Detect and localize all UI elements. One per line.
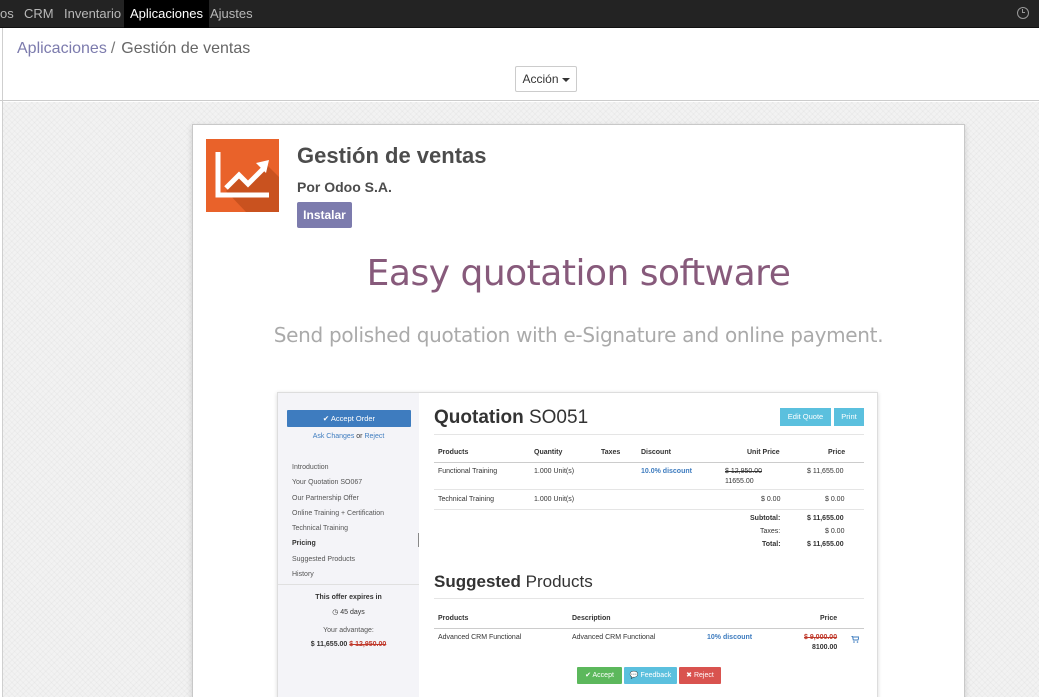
breadcrumb: Aplicaciones / Gestión de ventas	[17, 40, 250, 58]
mock-divider	[434, 598, 864, 599]
mock-th-discount: Discount	[641, 449, 671, 456]
mock-advantage-old-price: $ 12,950.00	[349, 641, 387, 648]
mock-accept-order-button: ✔ Accept Order	[287, 410, 411, 427]
breadcrumb-current: Gestión de ventas	[121, 40, 251, 57]
mock-menu-item: Introduction	[292, 464, 329, 471]
top-navbar: os CRM Inventario Aplicaciones Ajustes	[0, 0, 1039, 28]
mock-quotation-word: Quotation	[434, 407, 524, 428]
mock-reject-link: Reject	[364, 433, 385, 440]
mock-sidebar-divider	[278, 584, 419, 585]
mock-sugg-description: Advanced CRM Functional	[572, 634, 656, 641]
breadcrumb-link-aplicaciones[interactable]: Aplicaciones	[17, 40, 107, 57]
mock-subtotal-value: $ 11,655.00	[807, 515, 844, 522]
mock-sugg-header-line	[434, 628, 864, 629]
nav-item-aplicaciones[interactable]: Aplicaciones	[124, 0, 209, 28]
mock-row-line	[434, 489, 864, 490]
mock-line-price: $ 0.00	[825, 496, 845, 503]
mock-edit-quote-button: Edit Quote	[780, 408, 831, 426]
mock-or-text: or	[356, 433, 363, 440]
mock-sugg-discount: 10% discount	[707, 634, 753, 641]
control-panel: Aplicaciones / Gestión de ventas Acción	[0, 28, 1039, 697]
mock-ask-changes: Ask Changes or Reject	[278, 433, 419, 440]
nav-item-partial[interactable]: os	[0, 0, 14, 28]
mock-side-menu: Introduction Your Quotation SO067 Our Pa…	[292, 460, 384, 582]
mock-advantage-prices: $ 11,655.00 $ 12,950.00	[278, 641, 419, 648]
app-title: Gestión de ventas	[297, 143, 487, 168]
install-button[interactable]: Instalar	[297, 202, 352, 228]
mock-sugg-price: 8100.00	[812, 644, 838, 651]
mock-menu-item: Technical Training	[292, 525, 349, 533]
mock-line-unit-price-old: $ 12,950.00	[725, 468, 762, 475]
mock-sugg-product: Advanced CRM Functional	[438, 634, 522, 641]
mock-menu-item: Suggested Products	[292, 555, 356, 563]
mock-subtotal-label: Subtotal:	[750, 515, 781, 522]
mock-row-line	[434, 509, 864, 510]
mock-products-word: Products	[525, 572, 593, 591]
mock-th-price: Price	[828, 449, 846, 456]
nav-item-inventario[interactable]: Inventario	[64, 0, 121, 28]
mock-advantage-label: Your advantage:	[323, 627, 374, 634]
nav-item-crm[interactable]: CRM	[24, 0, 54, 28]
mock-feedback-button: 💬 Feedback	[624, 667, 677, 684]
mock-menu-item: History	[292, 571, 314, 579]
mock-line-quantity: 1.000 Unit(s)	[534, 496, 575, 503]
mock-th-taxes: Taxes	[601, 449, 621, 456]
breadcrumb-separator: /	[110, 40, 116, 57]
mock-reject-button: ✖ Reject	[679, 667, 721, 684]
mock-line-price: $ 11,655.00	[807, 468, 844, 475]
mock-sugg-th-products: Products	[438, 615, 469, 622]
mock-ask-changes-link: Ask Changes	[312, 433, 355, 440]
quotation-preview-image: ✔ Accept Order Ask Changes or Reject Int…	[277, 392, 878, 697]
nav-item-ajustes[interactable]: Ajustes	[210, 0, 253, 28]
mock-advantage-price: $ 11,655.00	[310, 641, 348, 648]
mock-line-product: Technical Training	[438, 496, 495, 503]
mock-th-products: Products	[438, 449, 469, 456]
mock-suggested-word: Suggested	[434, 572, 521, 591]
mock-total-value: $ 11,655.00	[807, 541, 844, 548]
description-headline: Easy quotation software	[366, 253, 791, 294]
cart-icon	[851, 635, 860, 645]
description-subline: Send polished quotation with e-Signature…	[273, 323, 884, 347]
mock-table-header-line	[434, 462, 864, 463]
mock-taxes-label: Taxes:	[760, 528, 781, 535]
mock-total-label: Total:	[762, 541, 781, 548]
clock-icon[interactable]	[1017, 7, 1029, 19]
mock-print-button: Print	[834, 408, 864, 426]
action-label: Acción	[522, 72, 559, 86]
sales-chart-icon	[206, 139, 279, 212]
mock-line-unit-price: 11655.00	[725, 478, 754, 485]
mock-line-unit-price: $ 0.00	[761, 496, 781, 503]
mock-accept-button: ✔ Accept	[577, 667, 622, 684]
caret-down-icon	[561, 77, 570, 82]
mock-menu-item: Your Quotation SO067	[292, 479, 363, 487]
mock-sugg-th-price: Price	[820, 615, 838, 622]
mock-line-discount: 10.0% discount	[641, 468, 692, 475]
mock-expires-label: This offer expires in	[315, 594, 382, 601]
mock-line-quantity: 1.000 Unit(s)	[534, 468, 575, 475]
mock-menu-item: Online Training + Certification	[292, 509, 385, 517]
mock-quotation-title: Quotation SO051	[434, 407, 588, 429]
action-dropdown-button[interactable]: Acción	[515, 66, 577, 92]
mock-suggested-title: Suggested Products	[434, 572, 593, 592]
mock-line-product: Functional Training	[438, 468, 498, 475]
mock-taxes-value: $ 0.00	[825, 528, 845, 535]
app-form-sheet: Gestión de ventas Por Odoo S.A. Instalar…	[192, 124, 965, 697]
mock-quotation-number: SO051	[528, 407, 589, 428]
mock-th-quantity: Quantity	[534, 449, 563, 456]
mock-menu-item: Our Partnership Offer	[292, 494, 359, 502]
mock-sugg-th-description: Description	[572, 615, 611, 622]
mock-th-unit-price: Unit Price	[747, 449, 780, 456]
mock-scroll-indicator	[418, 533, 419, 547]
app-author: Por Odoo S.A.	[297, 179, 392, 195]
mock-expires-days: ◷ 45 days	[332, 609, 365, 616]
mock-sugg-old-price: $ 9,000.00	[804, 634, 838, 641]
mock-divider	[434, 434, 864, 435]
mock-menu-item-active: Pricing	[292, 540, 316, 548]
